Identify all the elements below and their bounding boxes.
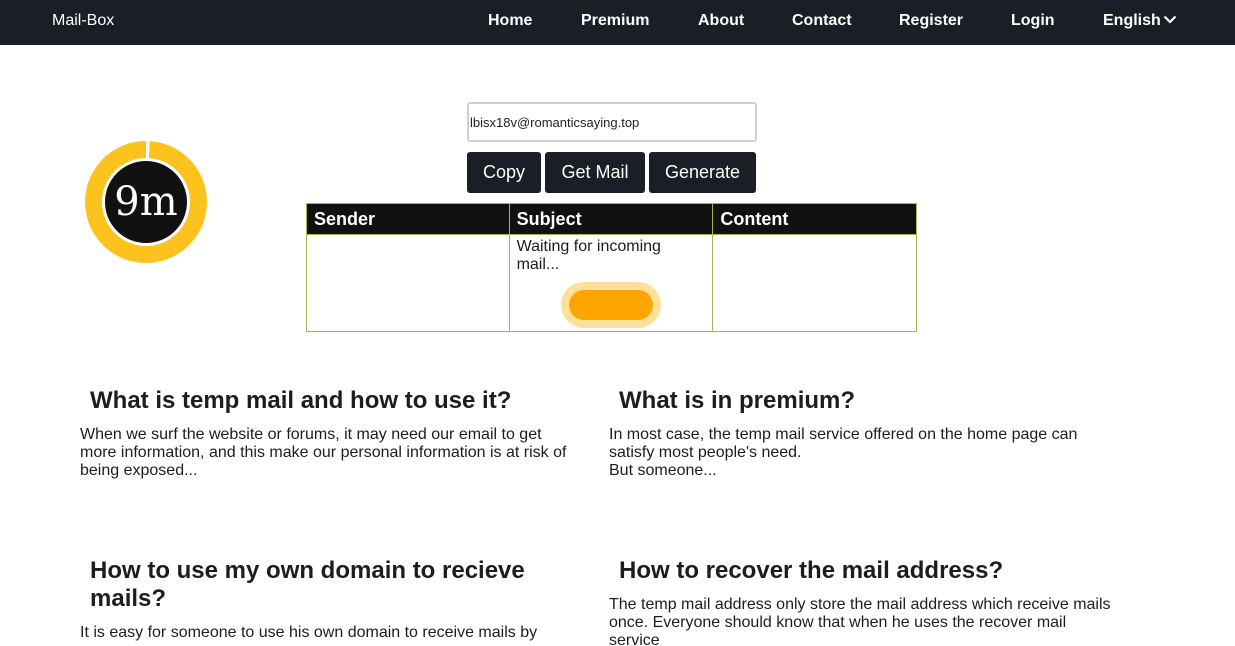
content-cell: [712, 234, 917, 332]
faq-title-recover: How to recover the mail address?: [619, 557, 1004, 584]
chevron-down-icon: [1163, 15, 1177, 24]
nav-login[interactable]: Login: [1011, 12, 1055, 30]
brand-link[interactable]: Mail-Box: [52, 12, 114, 30]
faq-title-temp-mail: What is temp mail and how to use it?: [90, 387, 512, 414]
faq-body-premium-line1: In most case, the temp mail service offe…: [609, 426, 1078, 461]
timer-face: 9m: [102, 158, 190, 246]
loading-indicator: [560, 282, 661, 328]
faq-body-premium-line2: But someone...: [609, 462, 717, 479]
nav-about[interactable]: About: [698, 12, 744, 30]
generate-button[interactable]: Generate: [649, 152, 756, 193]
nav-home[interactable]: Home: [488, 12, 532, 30]
table-row: Waiting for incoming mail...: [306, 234, 917, 332]
loading-pill: [568, 290, 653, 320]
inbox-header-row: Sender Subject Content: [306, 203, 917, 235]
waiting-message: Waiting for incoming mail...: [516, 238, 661, 273]
faq-body-recover: The temp mail address only store the mai…: [609, 596, 1111, 646]
faq-body-temp-mail: When we surf the website or forums, it m…: [80, 426, 567, 479]
faq-body-own-domain: It is easy for someone to use his own do…: [80, 624, 538, 641]
nav-contact[interactable]: Contact: [792, 12, 852, 30]
language-selector[interactable]: English: [1103, 12, 1177, 30]
column-subject: Subject: [508, 203, 714, 235]
column-content: Content: [712, 203, 917, 235]
faq-title-premium: What is in premium?: [619, 387, 856, 414]
inbox-table: Sender Subject Content Waiting for incom…: [306, 203, 917, 332]
countdown-timer: 9m: [85, 141, 207, 263]
top-navbar: Mail-Box Home Premium About Contact Regi…: [0, 0, 1235, 45]
nav-premium[interactable]: Premium: [581, 12, 649, 30]
get-mail-button[interactable]: Get Mail: [545, 152, 645, 193]
nav-register[interactable]: Register: [899, 12, 963, 30]
faq-body-premium: In most case, the temp mail service offe…: [609, 426, 1109, 480]
sender-cell: [306, 234, 510, 332]
language-label: English: [1103, 12, 1161, 29]
email-address-field[interactable]: [467, 102, 757, 142]
timer-label: 9m: [114, 179, 178, 225]
subject-cell: Waiting for incoming mail...: [508, 234, 714, 332]
faq-title-own-domain: How to use my own domain to recieve mail…: [90, 557, 525, 612]
column-sender: Sender: [306, 203, 510, 235]
copy-button[interactable]: Copy: [467, 152, 541, 193]
